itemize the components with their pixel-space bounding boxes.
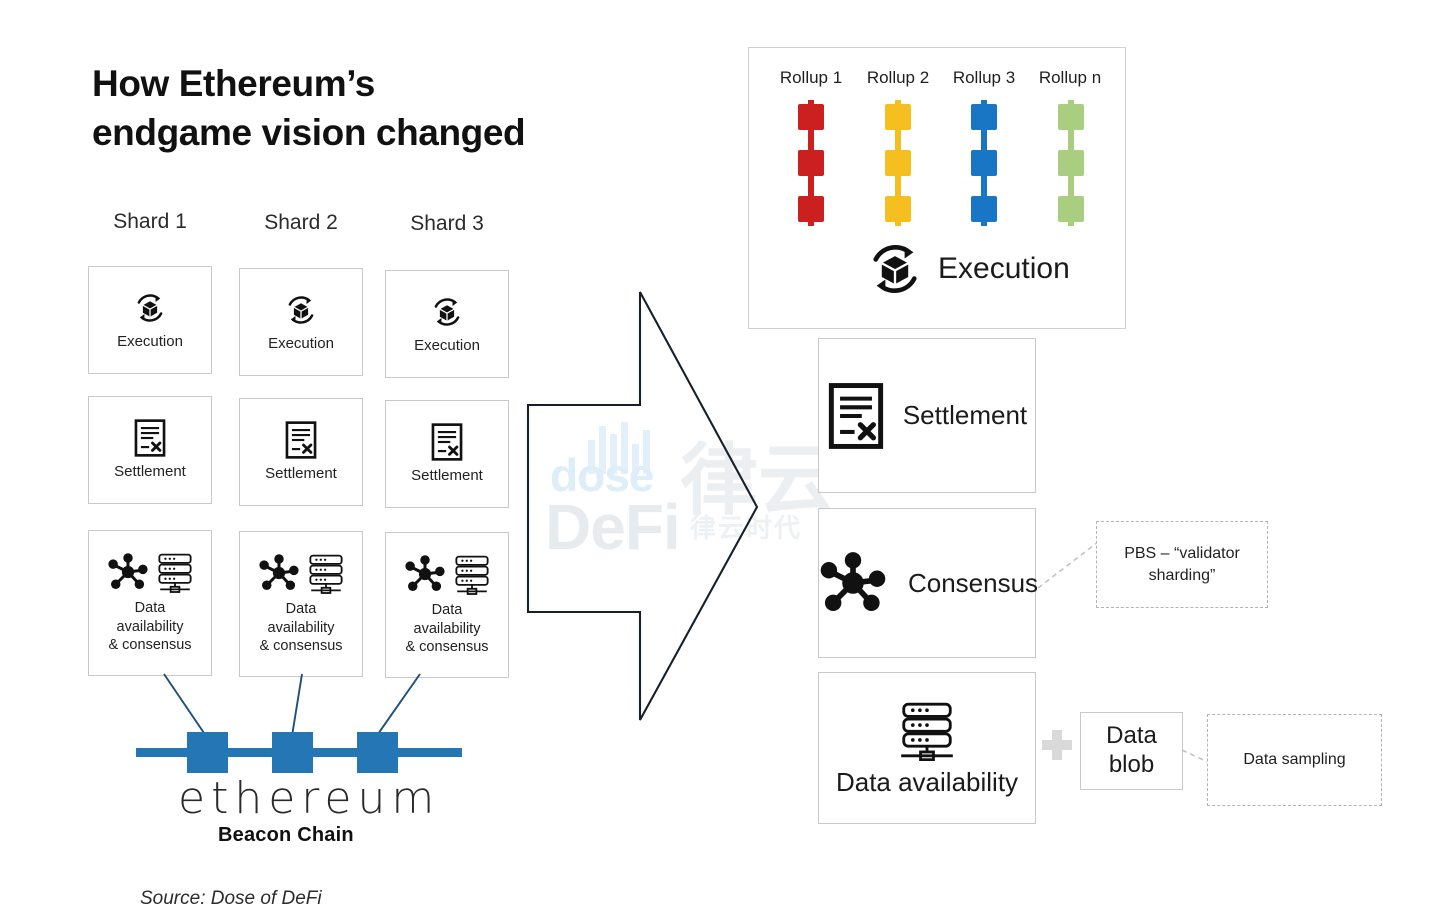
pbs-annotation-line-2: sharding”: [1148, 566, 1216, 584]
beacon-chain-block-2: [272, 732, 313, 773]
shard-3-execution-card: Execution: [385, 270, 509, 378]
rollup-chain-3-block-2: [971, 150, 997, 176]
shard-header-2: Shard 2: [264, 211, 338, 234]
rollup-chain-3-block-3: [971, 196, 997, 222]
shard-2-da-line-3: & consensus: [259, 638, 343, 655]
rollup-label-n: Rollup n: [1038, 68, 1102, 87]
shard-1-da-line-1: Data: [134, 599, 166, 616]
shard-3-da-line-3: & consensus: [405, 639, 489, 656]
shard-1-da-consensus-card: Data availability & consensus: [88, 530, 212, 676]
rollup-chain-n-block-2: [1058, 150, 1084, 176]
shard-3-da-consensus-card: Data availability & consensus: [385, 532, 509, 678]
shard-2-settlement-card: Settlement: [239, 398, 363, 506]
shard-2-execution-label: Execution: [268, 334, 334, 352]
execution-cycle-icon: [862, 236, 928, 302]
shard-3-settlement-label: Settlement: [411, 466, 483, 484]
rollup-chain-1-block-2: [798, 150, 824, 176]
shard-2-da-line-1: Data: [285, 600, 317, 617]
shard-3-execution-label: Execution: [414, 336, 480, 354]
data-blob-line-1: Data: [1106, 722, 1157, 750]
settlement-panel-label: Settlement: [902, 400, 1028, 430]
settlement-document-icon: [284, 420, 318, 459]
shard-3-settlement-card: Settlement: [385, 400, 509, 508]
pbs-annotation-line-1: PBS – “validator: [1124, 544, 1240, 562]
rollup-chain-2-block-1: [885, 104, 911, 130]
beacon-chain-label: Beacon Chain: [218, 824, 354, 846]
settlement-document-icon: [133, 418, 167, 457]
data-sampling-annotation-label: Data sampling: [1243, 751, 1346, 769]
consensus-panel: Consensus: [816, 508, 1039, 658]
shard-1-da-line-3: & consensus: [108, 637, 192, 654]
plus-icon: [1042, 730, 1072, 760]
network-plus-server-icon: [105, 551, 195, 593]
rollup-chain-1-block-3: [798, 196, 824, 222]
network-star-icon: [816, 549, 890, 617]
source-credit: Source: Dose of DeFi: [140, 888, 322, 909]
page-title-line-1: How Ethereum’s: [92, 63, 375, 104]
shard-1-settlement-label: Settlement: [114, 462, 186, 480]
pbs-annotation-box: PBS – “validator sharding”: [1096, 521, 1268, 608]
page-title-line-2: endgame vision changed: [92, 111, 526, 153]
network-plus-server-icon: [256, 552, 346, 594]
execution-cycle-icon: [428, 293, 466, 331]
shard-1-da-line-2: availability: [116, 618, 184, 635]
rollup-execution-row: Execution: [862, 236, 1070, 302]
network-plus-server-icon: [402, 553, 492, 595]
shard-3-da-line-2: availability: [413, 620, 481, 637]
data-blob-box: Data blob: [1080, 712, 1183, 790]
transition-arrow: [526, 291, 759, 721]
rollup-label-2: Rollup 2: [866, 68, 930, 87]
data-sampling-annotation-box: Data sampling: [1207, 714, 1382, 806]
settlement-document-icon: [430, 422, 464, 461]
execution-cycle-icon: [282, 291, 320, 329]
shard-header-1: Shard 1: [113, 210, 187, 233]
rollup-chain-1-block-1: [798, 104, 824, 130]
shard-header-3: Shard 3: [410, 212, 484, 235]
data-availability-panel-label: Data availability: [835, 766, 1019, 797]
infographic-canvas: How Ethereum’s endgame vision changed Sh…: [0, 0, 1456, 921]
consensus-panel-label: Consensus: [907, 567, 1039, 598]
ethereum-wordmark: ethereum: [178, 773, 441, 824]
shard-1-settlement-card: Settlement: [88, 396, 212, 504]
rollup-chain-n-block-1: [1058, 104, 1084, 130]
rollup-chain-2-block-2: [885, 150, 911, 176]
rollup-label-1: Rollup 1: [779, 68, 843, 87]
rollup-execution-label: Execution: [938, 252, 1070, 285]
shard-1-execution-card: Execution: [88, 266, 212, 374]
shard-2-da-consensus-card: Data availability & consensus: [239, 531, 363, 677]
beacon-chain-block-1: [187, 732, 228, 773]
rollup-chain-n-block-3: [1058, 196, 1084, 222]
data-availability-panel: Data availability: [818, 672, 1036, 824]
beacon-chain-block-3: [357, 732, 398, 773]
shard-2-execution-card: Execution: [239, 268, 363, 376]
execution-cycle-icon: [131, 289, 169, 327]
shard-2-settlement-label: Settlement: [265, 464, 337, 482]
shard-1-execution-label: Execution: [117, 332, 183, 350]
settlement-document-icon: [827, 382, 885, 450]
rollup-chain-2-block-3: [885, 196, 911, 222]
rollup-label-3: Rollup 3: [952, 68, 1016, 87]
server-stack-icon: [894, 699, 960, 761]
shard-2-da-line-2: availability: [267, 619, 335, 636]
page-title: How Ethereum’s endgame vision changed: [92, 60, 712, 158]
settlement-panel: Settlement: [818, 338, 1036, 493]
data-blob-line-2: blob: [1108, 751, 1155, 778]
rollup-chain-3-block-1: [971, 104, 997, 130]
shard-3-da-line-1: Data: [431, 601, 463, 618]
